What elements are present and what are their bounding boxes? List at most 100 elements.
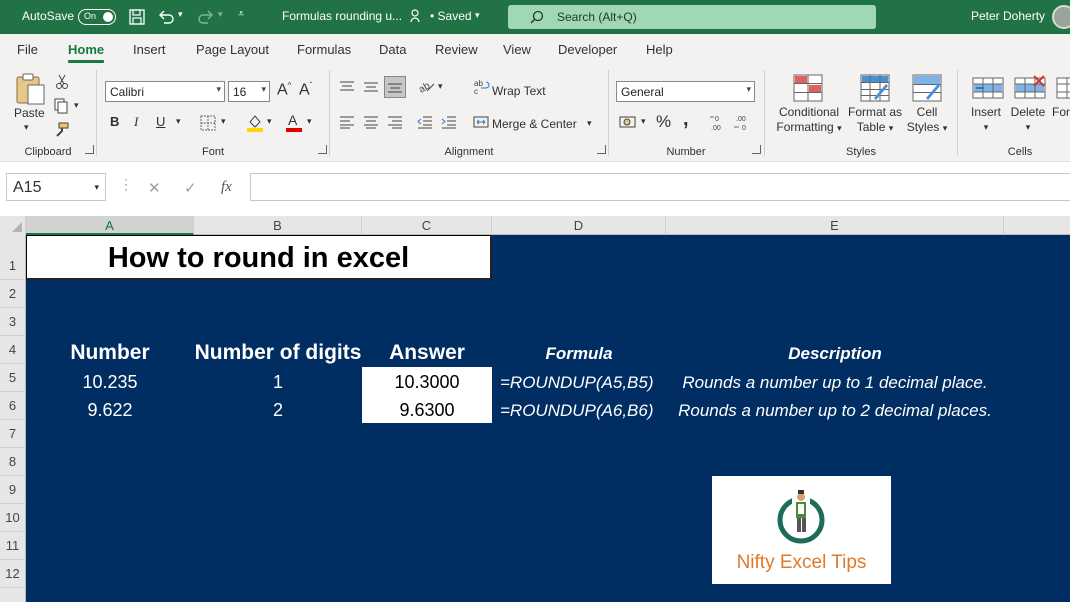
- redo-icon[interactable]: [197, 8, 215, 26]
- font-color-dropdown-icon[interactable]: ▾: [307, 116, 312, 127]
- insert-cells-icon[interactable]: [972, 74, 1004, 102]
- description-cell[interactable]: Rounds a number up to 1 decimal place.: [666, 373, 1004, 393]
- fill-color-icon[interactable]: [246, 112, 264, 132]
- title-cell[interactable]: How to round in excel: [26, 235, 492, 280]
- undo-icon[interactable]: [157, 8, 175, 26]
- row-header[interactable]: 1: [0, 235, 25, 280]
- tab-review[interactable]: Review: [435, 42, 478, 57]
- align-top-icon[interactable]: [339, 80, 355, 94]
- cell-styles-icon[interactable]: [912, 74, 942, 102]
- tab-file[interactable]: File: [17, 42, 38, 57]
- borders-icon[interactable]: [200, 115, 216, 131]
- insert-cells-button[interactable]: Insert ▾: [964, 105, 1008, 135]
- row-header[interactable]: 10: [0, 504, 25, 532]
- document-title[interactable]: Formulas rounding u...: [282, 9, 402, 23]
- header-description[interactable]: Description: [666, 344, 1004, 364]
- format-cells-button[interactable]: For: [1052, 105, 1070, 120]
- row-header[interactable]: 9: [0, 476, 25, 504]
- column-header-e[interactable]: E: [666, 216, 1004, 235]
- bold-button[interactable]: B: [110, 114, 119, 129]
- nifty-excel-tips-logo[interactable]: Nifty Excel Tips: [712, 476, 891, 584]
- increase-indent-icon[interactable]: [441, 115, 457, 129]
- align-bottom-icon[interactable]: [384, 76, 406, 98]
- row-header[interactable]: 6: [0, 392, 25, 420]
- font-launcher-icon[interactable]: [318, 145, 327, 154]
- tab-view[interactable]: View: [503, 42, 531, 57]
- avatar[interactable]: [1052, 5, 1070, 29]
- tab-formulas[interactable]: Formulas: [297, 42, 351, 57]
- autosave-toggle[interactable]: On: [78, 9, 116, 25]
- header-formula[interactable]: Formula: [492, 344, 666, 364]
- fill-dropdown-icon[interactable]: ▾: [267, 116, 272, 127]
- decrease-decimal-icon[interactable]: .00 0: [733, 113, 753, 131]
- paste-dropdown-icon[interactable]: ▾: [24, 122, 29, 133]
- tab-data[interactable]: Data: [379, 42, 406, 57]
- italic-button[interactable]: I: [134, 114, 138, 130]
- answer-cell[interactable]: 9.6300: [362, 400, 492, 421]
- tab-home[interactable]: Home: [68, 42, 105, 63]
- merge-dropdown-icon[interactable]: ▾: [587, 118, 592, 129]
- column-header-b[interactable]: B: [194, 216, 362, 235]
- borders-dropdown-icon[interactable]: ▾: [221, 116, 226, 127]
- percent-icon[interactable]: %: [656, 112, 671, 132]
- paste-icon[interactable]: [14, 72, 46, 106]
- formula-cell[interactable]: =ROUNDUP(A6,B6): [500, 401, 666, 421]
- cut-icon[interactable]: [55, 74, 69, 90]
- paste-button[interactable]: Paste: [14, 106, 45, 120]
- saved-status[interactable]: • Saved: [430, 9, 472, 23]
- row-header[interactable]: 11: [0, 532, 25, 560]
- save-icon[interactable]: [128, 8, 146, 26]
- format-as-table-icon[interactable]: [860, 74, 890, 102]
- redo-dropdown-icon[interactable]: ▾: [218, 9, 223, 20]
- copy-dropdown-icon[interactable]: ▾: [74, 100, 79, 111]
- formula-cell[interactable]: =ROUNDUP(A5,B5): [500, 373, 666, 393]
- wrap-text-icon[interactable]: ab c: [474, 79, 490, 95]
- row-header[interactable]: 5: [0, 364, 25, 392]
- font-size-select[interactable]: 16 ▾: [228, 81, 270, 102]
- user-name[interactable]: Peter Doherty: [971, 9, 1045, 23]
- enter-icon[interactable]: ✓: [184, 179, 197, 197]
- select-all-corner[interactable]: [0, 216, 26, 235]
- column-header-c[interactable]: C: [362, 216, 492, 235]
- align-middle-icon[interactable]: [363, 80, 379, 94]
- tab-developer[interactable]: Developer: [558, 42, 617, 57]
- comma-style-icon[interactable]: ,: [683, 108, 689, 131]
- header-answer[interactable]: Answer: [362, 341, 492, 365]
- tab-insert[interactable]: Insert: [133, 42, 166, 57]
- search-box[interactable]: Search (Alt+Q): [508, 5, 876, 29]
- name-box[interactable]: A15 ▾: [6, 173, 106, 201]
- align-center-icon[interactable]: [363, 115, 379, 129]
- accounting-format-icon[interactable]: [619, 115, 639, 129]
- row-header[interactable]: 8: [0, 448, 25, 476]
- decrease-font-icon[interactable]: Aˇ: [299, 81, 312, 99]
- conditional-formatting-icon[interactable]: [793, 74, 823, 102]
- merge-center-button[interactable]: Merge & Center: [492, 117, 577, 131]
- conditional-formatting-button[interactable]: Conditional Formatting ▾: [771, 105, 847, 136]
- format-as-table-button[interactable]: Format as Table ▾: [845, 105, 905, 136]
- row-header[interactable]: 3: [0, 308, 25, 336]
- delete-cells-button[interactable]: Delete ▾: [1006, 105, 1050, 135]
- increase-font-icon[interactable]: A^: [277, 81, 291, 99]
- insert-function-icon[interactable]: fx: [221, 179, 232, 196]
- number-format-select[interactable]: General ▾: [616, 81, 755, 102]
- formula-input[interactable]: [250, 173, 1070, 201]
- column-header-a[interactable]: A: [26, 216, 194, 235]
- tab-help[interactable]: Help: [646, 42, 673, 57]
- underline-button[interactable]: U: [156, 114, 165, 129]
- number-cell[interactable]: 10.235: [26, 372, 194, 393]
- row-header[interactable]: 7: [0, 420, 25, 448]
- number-launcher-icon[interactable]: [752, 145, 761, 154]
- row-header[interactable]: 12: [0, 560, 25, 588]
- alignment-launcher-icon[interactable]: [597, 145, 606, 154]
- digits-cell[interactable]: 1: [194, 372, 362, 393]
- format-painter-icon[interactable]: [53, 122, 69, 138]
- column-header-blank[interactable]: [1004, 216, 1070, 235]
- undo-dropdown-icon[interactable]: ▾: [178, 9, 183, 20]
- align-left-icon[interactable]: [339, 115, 355, 129]
- wrap-text-button[interactable]: Wrap Text: [492, 84, 546, 98]
- row-header[interactable]: 2: [0, 280, 25, 308]
- font-name-select[interactable]: Calibri ▾: [105, 81, 225, 102]
- tab-page-layout[interactable]: Page Layout: [196, 42, 269, 57]
- description-cell[interactable]: Rounds a number up to 2 decimal places.: [666, 401, 1004, 421]
- delete-cells-icon[interactable]: [1014, 74, 1046, 102]
